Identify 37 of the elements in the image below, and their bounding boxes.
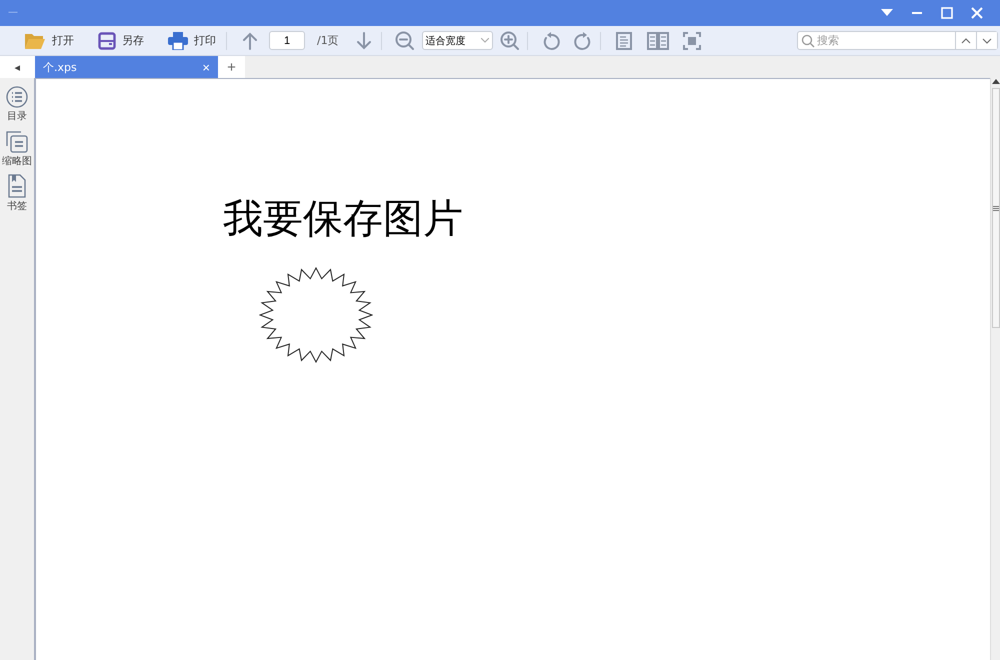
sidebar-item[interactable]: 缩略图 (0, 129, 35, 168)
zoom-mode-dropdown[interactable]: 适合宽度 (422, 31, 493, 50)
bookmark-icon (7, 174, 27, 198)
save-icon (98, 32, 116, 50)
tab-close-button[interactable]: × (202, 60, 210, 74)
search-icon (801, 34, 815, 48)
folder-icon (24, 32, 46, 50)
maximize-icon (941, 7, 953, 19)
close-icon (971, 7, 983, 19)
save-as-button[interactable]: 另存 (94, 30, 148, 52)
printer-icon (168, 32, 188, 50)
search-field[interactable]: 搜索 (815, 32, 955, 49)
tab-label: 个.xps (43, 60, 77, 74)
chevron-down-icon (480, 38, 489, 43)
chevron-down-icon (982, 38, 992, 44)
caret-icon (881, 9, 893, 17)
document-tab[interactable]: 个.xps × (35, 56, 218, 78)
search-next-button[interactable] (976, 32, 997, 49)
window-title: — (8, 8, 19, 18)
page-count: /1页 (317, 33, 339, 48)
document-heading: 我要保存图片 (223, 197, 464, 241)
pages-icon (5, 129, 29, 153)
sidebar-item[interactable]: 目录 (0, 86, 35, 123)
list-icon (6, 86, 28, 108)
fullscreen-icon[interactable] (680, 30, 703, 52)
new-tab-button[interactable]: + (218, 56, 245, 78)
search-bar[interactable]: 搜索 (797, 31, 998, 50)
print-button[interactable]: 打印 (164, 30, 220, 52)
open-button[interactable]: 打开 (20, 30, 78, 52)
scrollbar-thumb[interactable] (992, 88, 1000, 328)
two-page-icon[interactable] (646, 30, 669, 52)
zoom-in-icon[interactable] (498, 30, 521, 52)
zoom-out-icon[interactable] (394, 30, 416, 52)
sidebar-item[interactable]: 书签 (0, 174, 35, 213)
page-number-field[interactable]: 1 (269, 31, 305, 50)
chevron-up-icon (961, 38, 971, 44)
sidebar-toggle[interactable]: ◂ (0, 56, 35, 78)
